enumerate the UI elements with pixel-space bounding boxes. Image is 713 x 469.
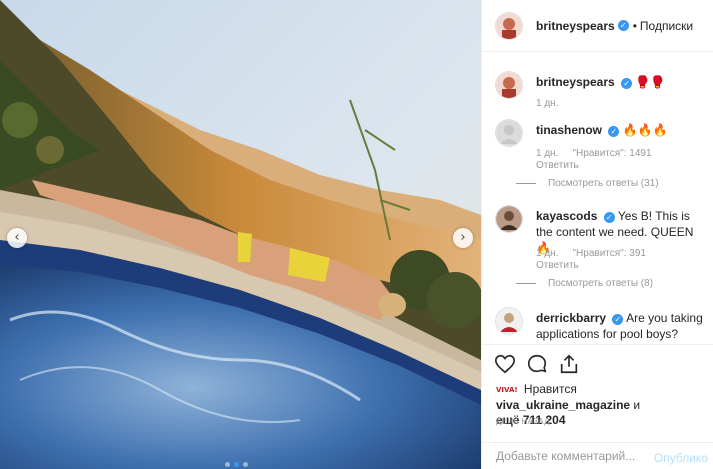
caption-text: britneyspears ✓ 🥊🥊 [536, 74, 706, 90]
publish-button[interactable]: Опублико [654, 451, 708, 465]
commenter-avatar[interactable] [496, 120, 522, 146]
carousel-next-button[interactable]: › [453, 228, 473, 248]
post-header: britneyspears ✓ • Подписки [482, 0, 713, 52]
comment-meta: 1 дн. "Нравится": 391 [536, 248, 646, 259]
carousel-dot [243, 462, 248, 467]
caption-username[interactable]: britneyspears [536, 75, 615, 89]
commenter-avatar[interactable] [496, 206, 522, 232]
separator: • [632, 18, 637, 33]
comment-likes[interactable]: "Нравится": 391 [572, 248, 645, 259]
comment-username[interactable]: tinashenow [536, 123, 602, 137]
reply-button[interactable]: Ответить [536, 260, 579, 271]
comment-age: 1 дн. [536, 248, 559, 259]
share-icon[interactable] [558, 353, 580, 375]
caption-avatar[interactable] [496, 72, 522, 98]
chevron-left-icon: ‹ [14, 229, 20, 245]
author-avatar[interactable] [496, 12, 522, 39]
caption-age: 1 дн. [536, 98, 559, 109]
heart-icon[interactable] [494, 353, 516, 375]
divider-line [516, 283, 536, 284]
post-side-panel: britneyspears ✓ • Подписки britneyspears … [481, 0, 713, 469]
follow-status[interactable]: • Подписки [633, 19, 693, 33]
follow-status-label: Подписки [639, 18, 694, 33]
view-replies-button[interactable]: Посмотреть ответы (31) [516, 178, 659, 189]
view-replies-label: Посмотреть ответы (8) [548, 278, 654, 289]
comments-list: britneyspears ✓ 🥊🥊 1 дн. tinashenow ✓ 🔥🔥… [482, 60, 713, 342]
post-timestamp[interactable]: ДЕНЬ НАЗАД [496, 417, 550, 426]
verified-badge-icon: ✓ [617, 20, 629, 31]
post-photo[interactable]: ‹ › [0, 0, 481, 469]
view-replies-label: Посмотреть ответы (31) [548, 178, 659, 189]
caption-emoji: 🥊🥊 [635, 75, 666, 89]
add-comment-bar: Опублико [482, 442, 713, 469]
commenter-avatar[interactable] [496, 308, 522, 334]
liker-avatar-badge[interactable]: VIVA! [496, 383, 518, 398]
verified-badge-icon: ✓ [603, 212, 615, 223]
comment-text: tinashenow ✓ 🔥🔥🔥 [536, 122, 706, 138]
reply-button[interactable]: Ответить [536, 160, 579, 171]
divider-line [516, 183, 536, 184]
comment-content: 🔥🔥🔥 [622, 123, 668, 137]
comment-meta: 1 дн. "Нравится": 1491 [536, 148, 652, 159]
comment-username[interactable]: kayascods [536, 209, 597, 223]
carousel-dot [225, 462, 230, 467]
comment-age: 1 дн. [536, 148, 559, 159]
verified-badge-icon: ✓ [621, 78, 633, 89]
comment-username[interactable]: derrickbarry [536, 311, 606, 325]
comment-icon[interactable] [526, 353, 548, 375]
photo-scene [0, 0, 481, 469]
verified-badge-icon: ✓ [608, 126, 620, 137]
verified-badge-icon: ✓ [612, 314, 624, 325]
comment-input[interactable] [496, 449, 646, 463]
author-username[interactable]: britneyspears [536, 19, 615, 33]
chevron-right-icon: › [460, 229, 466, 245]
likes-prefix: Нравится [523, 382, 577, 396]
likes-conj: и [633, 398, 641, 412]
carousel-prev-button[interactable]: ‹ [7, 228, 27, 248]
carousel-indicator [225, 462, 248, 467]
comment-likes[interactable]: "Нравится": 1491 [572, 148, 651, 159]
view-replies-button[interactable]: Посмотреть ответы (8) [516, 278, 653, 289]
post-actions [482, 344, 713, 384]
liker-username[interactable]: viva_ukraine_magazine [496, 398, 630, 412]
comment-text: derrickbarry ✓ Are you taking applicatio… [536, 310, 706, 342]
carousel-dot-active [234, 462, 239, 467]
